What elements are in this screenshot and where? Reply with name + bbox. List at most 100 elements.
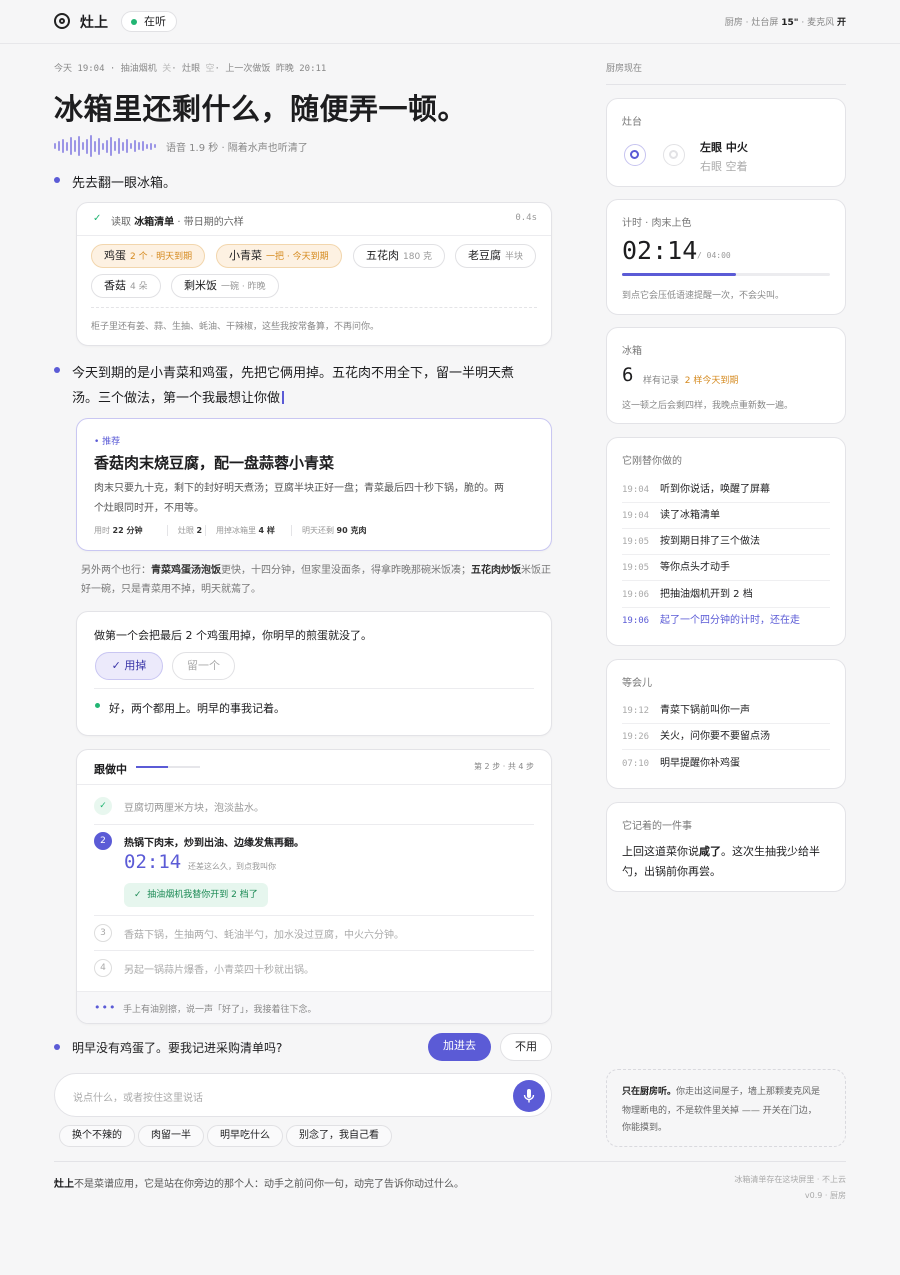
app-name: 灶上 xyxy=(80,15,108,31)
device-status: 厨房 · 灶台屏 15" · 麦克风 开 xyxy=(724,18,846,28)
microphone-icon xyxy=(523,1089,535,1103)
recipe-stat: 明天还剩 90 克肉 xyxy=(291,525,366,536)
timer-progress-bar xyxy=(622,273,830,276)
app-header: 灶上 在听 厨房 · 灶台屏 15" · 麦克风 开 xyxy=(0,0,900,44)
chat-input-box[interactable]: 说点什么，或者按住这里说话 xyxy=(54,1073,552,1117)
step-text: 香菇下锅，生抽两勺、蚝油半勺，加水没过豆腐，中火六分钟。 xyxy=(124,930,404,941)
assistant-message-line: 汤。三个做法，第一个我最想让你做 xyxy=(72,387,285,406)
message-bullet xyxy=(54,1044,60,1050)
card-title: 冰箱 xyxy=(622,346,642,357)
activity-log-item: 19:04 读了冰箱清单 xyxy=(622,503,830,529)
chat-input-placeholder[interactable]: 说点什么，或者按住这里说话 xyxy=(73,1089,203,1104)
recipe-desc: 肉末只要九十克，剩下的封好明天煮汤；豆腐半块正好一盘；青菜最后四十秒下锅，脆的。… xyxy=(94,483,504,494)
card-title: 它记着的一件事 xyxy=(622,821,692,832)
fridge-count-label: 样有记录 2 样今天到期 xyxy=(643,376,739,386)
alternative-recipes: 另外两个也行：青菜鸡蛋汤泡饭更快，十四分钟，但家里没面条，得拿昨晚那碗米饭凑；五… xyxy=(81,565,551,595)
stove-burner-on-icon xyxy=(624,144,646,166)
memory-card: 它记着的一件事 上回这道菜你说咸了。这次生抽我少给半 勺，出锅前你再尝。 xyxy=(606,802,846,892)
suggestion-chip[interactable]: 换个不辣的 xyxy=(59,1125,135,1147)
upcoming-item: 19:26 关火，问你要不要留点汤 xyxy=(622,724,830,750)
page-title: 冰箱里还剩什么，随便弄一顿。 xyxy=(54,92,468,126)
timer-total: / 04:00 xyxy=(697,251,731,260)
cooking-footer: ••• 手上有油别擦，说一声「好了」，我接着往下念。 xyxy=(77,991,551,1023)
recommended-recipe-card[interactable]: • 推荐 香菇肉末烧豆腐，配一盘蒜蓉小青菜 肉末只要九十克，剩下的封好明天煮汤；… xyxy=(76,418,552,551)
fridge-item[interactable]: 老豆腐 半块 xyxy=(455,244,537,268)
check-icon: ✓ xyxy=(93,213,102,224)
assistant-message-line: 今天到期的是小青菜和鸡蛋，先把它俩用掉。五花肉不用全下，留一半明天煮 xyxy=(72,366,515,381)
activity-log-card: 它刚替你做的 19:04 听到你说话，唤醒了屏幕 19:04 读了冰箱清单 19:0… xyxy=(606,437,846,646)
recipe-stat: 用时 22 分钟 xyxy=(94,526,143,535)
memory-text: 上回这道菜你说咸了。这次生抽我少给半 xyxy=(622,845,820,858)
footer-version: v0.9 · 厨房 xyxy=(804,1191,846,1200)
cooking-along-card: 跟做中 第 2 步 · 共 4 步 ✓ 豆腐切两厘米方块，泡淡盐水。 2 热锅下… xyxy=(76,749,552,1024)
suggestion-chip[interactable]: 别念了，我自己看 xyxy=(286,1125,392,1147)
card-title: 灶台 xyxy=(622,117,642,128)
sidebar-title: 厨房现在 xyxy=(606,64,643,74)
assistant-message: 明早没有鸡蛋了。要我记进采购清单吗? xyxy=(72,1041,283,1055)
card-title: 等会儿 xyxy=(622,678,652,689)
suggestion-chip[interactable]: 肉留一半 xyxy=(138,1125,204,1147)
timer-note: 到点它会压低语速提醒一次，不会尖叫。 xyxy=(622,291,785,301)
step-text: 另起一锅蒜片爆香，小青菜四十秒就出锅。 xyxy=(124,965,314,976)
recipe-stat: 用掉冰箱里 4 样 xyxy=(205,525,275,536)
suggestion-chip[interactable]: 明早吃什么 xyxy=(207,1125,283,1147)
stove-burner-off-icon xyxy=(663,144,685,166)
recipe-stat: 灶眼 2 xyxy=(167,525,202,536)
cooking-hint: 手上有油别擦，说一声「好了」，我接着往下念。 xyxy=(123,1005,317,1015)
fridge-item[interactable]: 香菇 4 朵 xyxy=(91,274,161,298)
fridge-item[interactable]: 小青菜 一把 · 今天到期 xyxy=(216,244,342,268)
add-to-shopping-list-button[interactable]: 加进去 xyxy=(428,1033,491,1061)
use-eggs-button[interactable]: ✓ 用掉 xyxy=(95,652,163,680)
question-text: 做第一个会把最后 2 个鸡蛋用掉，你明早的煎蛋就没了。 xyxy=(94,629,372,642)
timer-note: 还差这么久，到点我叫你 xyxy=(188,862,276,871)
step-number: 3 xyxy=(94,924,112,942)
step-timer: 02:14 xyxy=(124,851,182,873)
upcoming-card: 等会儿 19:12 青菜下锅前叫你一声 19:26 关火，问你要不要留点汤 07:1… xyxy=(606,659,846,789)
fridge-item[interactable]: 剩米饭 一碗 · 昨晚 xyxy=(171,274,279,298)
left-burner-status: 左眼 中火 xyxy=(700,141,748,154)
timer-value: 02:14 xyxy=(622,236,698,265)
card-title: 它刚替你做的 xyxy=(622,456,682,467)
fridge-item[interactable]: 五花肉 180 克 xyxy=(353,244,446,268)
decline-button[interactable]: 不用 xyxy=(500,1033,552,1061)
fridge-note: 这一顿之后会剩四样，我晚点重新数一遍。 xyxy=(622,401,794,411)
voice-waveform-icon xyxy=(54,135,158,157)
recommend-tag: • 推荐 xyxy=(94,437,121,447)
session-meta: 今天 19:04 · 抽油烟机 关· 灶眼 空· 上一次做饭 昨晚 20:11 xyxy=(54,64,327,74)
pantry-note: 柜子里还有姜、蒜、生抽、蚝油、干辣椒，这些我按常备算，不再问你。 xyxy=(91,322,380,332)
logo-icon xyxy=(54,13,70,29)
fridge-item[interactable]: 鸡蛋 2 个 · 明天到期 xyxy=(91,244,206,268)
footer-tagline: 灶上不是菜谱应用，它是站在你旁边的那个人：动手之前问你一句，动完了告诉你动过什么… xyxy=(54,1179,464,1190)
assistant-message: 先去翻一眼冰箱。 xyxy=(72,176,177,191)
tool-call-label: 读取 冰箱清单 · 带日期的六样 xyxy=(111,217,244,228)
step-counter: 第 2 步 · 共 4 步 xyxy=(474,762,534,771)
step-done-icon: ✓ xyxy=(94,797,112,815)
recipe-title: 香菇肉末烧豆腐，配一盘蒜蓉小青菜 xyxy=(94,454,335,472)
privacy-note: 只在厨房听。你走出这间屋子，墙上那颗麦克风是 物理断电的，不是软件里关掉 —— … xyxy=(606,1069,846,1147)
fridge-count: 6 xyxy=(622,364,634,386)
right-burner-status: 右眼 空着 xyxy=(700,160,748,173)
keep-one-button[interactable]: 留一个 xyxy=(172,652,235,680)
step-text: 热锅下肉末，炒到出油、边缘发焦再翻。 xyxy=(124,838,304,849)
timer-card: 计时 · 肉末上色 02:14 / 04:00 到点它会压低语速提醒一次，不会尖… xyxy=(606,199,846,315)
message-bullet xyxy=(54,177,60,183)
cooking-title: 跟做中 xyxy=(94,763,127,776)
recipe-desc: 个灶眼同时开，不用等。 xyxy=(94,503,204,514)
memory-text: 勺，出锅前你再尝。 xyxy=(622,865,721,878)
listening-dots-icon: ••• xyxy=(94,1001,117,1014)
step-progress-bar xyxy=(136,766,200,768)
answer-dot xyxy=(95,703,100,708)
activity-log-item-active: 19:06 起了一个四分钟的计时，还在走 xyxy=(622,615,800,626)
upcoming-item: 19:12 青菜下锅前叫你一声 xyxy=(622,698,830,724)
fridge-list-card: ✓ 读取 冰箱清单 · 带日期的六样 0.4s 鸡蛋 2 个 · 明天到期 小青菜… xyxy=(76,202,552,346)
upcoming-item: 07:10 明早提醒你补鸡蛋 xyxy=(622,758,740,769)
activity-log-item: 19:06 把抽油烟机开到 2 档 xyxy=(622,582,830,608)
card-title: 计时 · 肉末上色 xyxy=(622,218,692,229)
step-text: 豆腐切两厘米方块，泡淡盐水。 xyxy=(124,803,264,814)
microphone-button[interactable] xyxy=(513,1080,545,1112)
message-bullet xyxy=(54,367,60,373)
step-number: 4 xyxy=(94,959,112,977)
answer-text: 好，两个都用上。明早的事我记着。 xyxy=(109,702,285,715)
voice-caption: 语音 1.9 秒 · 隔着水声也听清了 xyxy=(166,143,308,154)
hood-action-badge: ✓ 抽油烟机我替你开到 2 档了 xyxy=(124,883,268,907)
